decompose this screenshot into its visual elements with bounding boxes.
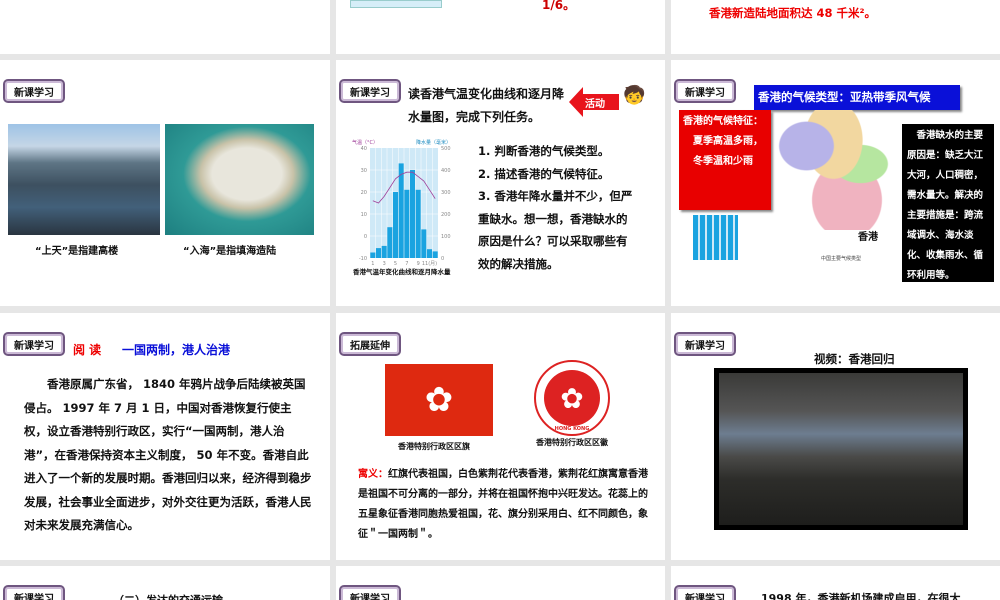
reclamation-photo [165,124,314,235]
photo-caption: “入海”是指填海造陆 [183,246,277,257]
activity-label: 活动 [585,99,605,110]
y-label-left: 气温（°C） [352,139,378,146]
emblem-text: HONG KONG [554,426,590,432]
section-badge: 新课学习 [674,585,736,600]
slide-text: 1/6。 [542,0,576,12]
section-badge: 新课学习 [3,585,65,600]
slide-thumbnail-6[interactable]: 新课学习 香港的气候类型：亚热带季风气候 香港 中国主要气候类型 香港的气候特征… [671,60,1000,306]
video-player[interactable] [714,368,968,530]
y-tick-right: 100 [441,234,451,240]
y-tick-left: 10 [361,212,367,218]
climate-features-box: 香港的气候特征： 夏季高温多雨， 冬季温和少雨 [679,110,771,210]
y-tick-left: 0 [364,234,367,240]
precip-bar [421,229,427,258]
slide-title: 一国两制，港人治港 [122,343,231,357]
precip-bar [392,192,399,258]
section-badge: 新课学习 [674,332,736,356]
slide-thumbnail-9[interactable]: 新课学习 视频：香港回归 [671,313,1000,560]
y-tick-right: 200 [441,212,451,218]
precip-bar [426,249,433,258]
photo-caption: “上天”是指建高楼 [35,246,119,257]
water-shortage-box: 香港缺水的主要原因是：缺乏大江大河，人口稠密，需水量大。解决的主要措施是：跨流域… [902,124,994,282]
slide-thumbnail-12[interactable]: 新课学习 1998 年，香港新机场建成启用，在很大 [671,566,1000,600]
precip-bar [404,189,410,258]
section-badge: 新课学习 [339,585,401,600]
skyline-photo [8,124,160,235]
y-tick-right: 0 [441,256,444,262]
chart-caption: 香港气温年变化曲线和逐月降水量 [353,268,451,276]
map-caption: 中国主要气候类型 [821,256,862,262]
mini-climate-chart [693,215,738,260]
task-item: 2. 描述香港的气候特征。 [478,166,610,181]
slide-title: 香港的气候类型：亚热带季风气候 [754,85,960,110]
y-tick-right: 400 [441,168,451,174]
section-badge: 新课学习 [339,79,401,103]
section-badge: 新课学习 [3,79,65,103]
task-item: 1. 判断香港的气候类型。 [478,144,610,158]
read-label: 阅 读 [73,343,102,357]
slide-body: 香港原属广东省， 1840 年鸦片战争后陆续被英国侵占。 1997 年 7 月 … [24,377,312,532]
y-label-right: 降水量（毫米） [416,139,451,146]
precip-bar [370,252,376,258]
precip-bar [381,245,387,258]
hk-flag: ✿ [385,364,493,436]
precip-bar [398,163,404,258]
precip-bar [415,189,421,258]
y-tick-left: 40 [361,146,367,152]
slide-title: （二）发达的交通运输 [113,592,223,600]
precip-bar [409,170,416,258]
y-tick-left: -10 [359,256,367,262]
hk-emblem: ✿ HONG KONG [534,360,610,436]
video-frame [719,373,963,525]
slide-thumbnail-7[interactable]: 新课学习 阅 读 一国两制，港人治港 香港原属广东省， 1840 年鸦片战争后陆… [0,313,330,560]
slide-thumbnail-4[interactable]: 新课学习 “上天”是指建高楼 “入海”是指填海造陆 [0,60,330,306]
task-item: 3. 香港年降水量并不少，但严重缺水。想一想，香港缺水的原因是什么？可以采取哪些… [478,189,633,271]
map-label-hongkong: 香港 [858,232,878,243]
y-tick-right: 300 [441,190,451,196]
meaning-text: 寓义：红旗代表祖国，白色紫荆花代表香港，紫荆花红旗寓意香港是祖国不可分离的一部分… [358,469,648,540]
section-badge: 拓展延伸 [339,332,401,356]
y-tick-left: 20 [361,190,367,196]
flag-caption: 香港特别行政区区旗 [398,442,470,451]
china-climate-map [766,110,901,230]
y-tick-left: 30 [361,168,367,174]
slide-text: 香港新造陆地面积达 48 千米²。 [709,6,877,20]
slide-title: 视频：香港回归 [814,352,895,366]
precip-bar [432,251,438,258]
precip-bar [387,227,393,258]
slide-thumbnail-3[interactable]: 香港新造陆地面积达 48 千米²。 [671,0,1000,54]
slide-thumbnail-10[interactable]: 新课学习 （二）发达的交通运输 [0,566,330,600]
task-list: 1. 判断香港的气候类型。 2. 描述香港的气候特征。 3. 香港年降水量并不少… [478,140,638,275]
y-tick-right: 500 [441,146,451,152]
slide-title: 读香港气温变化曲线和逐月降水量图，完成下列任务。 [408,87,565,124]
emblem-caption: 香港特别行政区区徽 [536,438,608,447]
slide-thumbnail-11[interactable]: 新课学习 [336,566,665,600]
slide-thumbnail-8[interactable]: 拓展延伸 ✿ 香港特别行政区区旗 ✿ HONG KONG 香港特别行政区区徽 寓… [336,313,665,560]
slide-title: 1998 年，香港新机场建成启用，在很大 [761,592,961,600]
activity-arrow: 活动 [569,87,619,117]
section-badge: 新课学习 [3,332,65,356]
slide-thumbnail-2[interactable]: 1/6。 [336,0,665,54]
slide-thumbnail-5[interactable]: 新课学习 读香港气温变化曲线和逐月降水量图，完成下列任务。 活动 🧒 40 30 2… [336,60,665,306]
slide-thumbnail-1[interactable] [0,0,330,54]
precip-bar [375,248,382,258]
map-image-fragment [350,0,442,8]
section-badge: 新课学习 [674,79,736,103]
climate-chart: 403020100-1050040030020010001 3 5 7 9 11(月)气温… [352,139,451,267]
kids-icon: 🧒 [623,85,646,106]
